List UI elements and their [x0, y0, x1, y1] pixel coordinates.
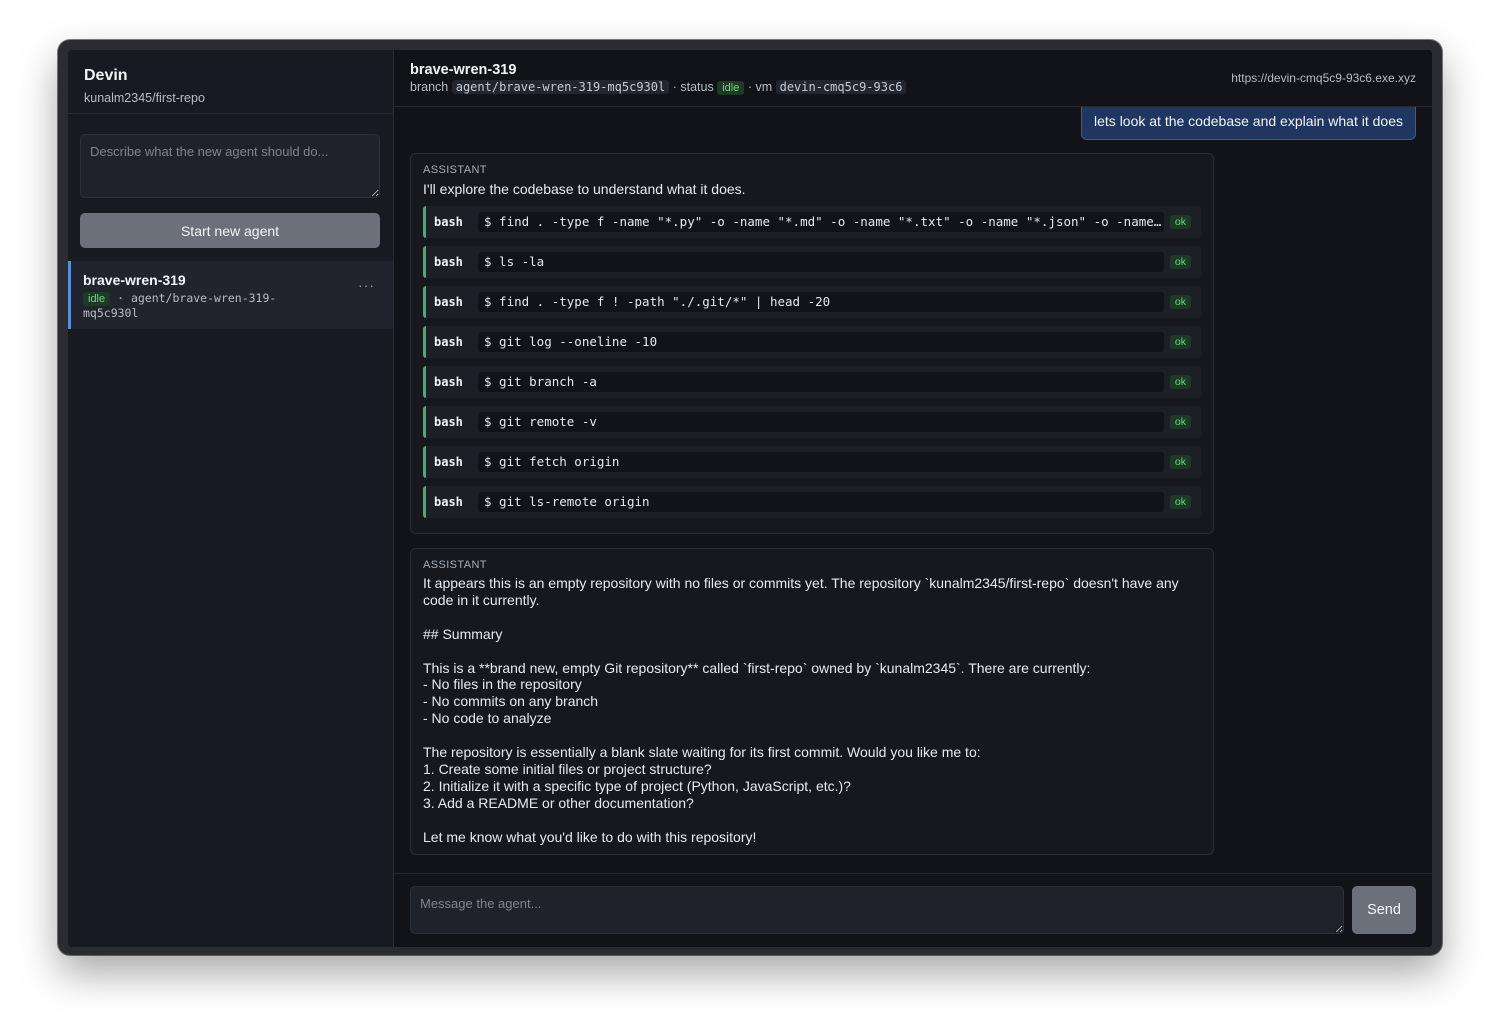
tool-call-row[interactable]: bash $ find . -type f -name "*.py" -o -n… [423, 206, 1201, 238]
tool-name: bash [434, 455, 463, 469]
status-badge: idle [717, 81, 745, 95]
tool-command: $ git ls-remote origin [478, 492, 1164, 512]
tool-command: $ git log --oneline -10 [478, 332, 1164, 352]
branch-chip: agent/brave-wren-319-mq5c930l [451, 80, 670, 94]
tool-status-badge: ok [1169, 375, 1191, 389]
tool-name: bash [434, 495, 463, 509]
agent-meta: idle · agent/brave-wren-319-mq5c930l [83, 291, 293, 321]
tool-status-badge: ok [1169, 495, 1191, 509]
tool-call-row[interactable]: bash $ git remote -v ok [423, 406, 1201, 438]
role-label: ASSISTANT [423, 559, 487, 571]
tool-command: $ git fetch origin [478, 452, 1164, 472]
tool-name: bash [434, 215, 463, 229]
tool-name: bash [434, 335, 463, 349]
tool-call-row[interactable]: bash $ ls -la ok [423, 246, 1201, 278]
tool-status-badge: ok [1169, 415, 1191, 429]
tool-call-row[interactable]: bash $ find . -type f ! -path "./.git/*"… [423, 286, 1201, 318]
sidebar: Devin kunalm2345/first-repo Start new ag… [68, 50, 394, 947]
assistant-text: I'll explore the codebase to understand … [423, 181, 746, 197]
tool-call-row[interactable]: bash $ git log --oneline -10 ok [423, 326, 1201, 358]
tool-name: bash [434, 255, 463, 269]
meta-separator: · [117, 291, 124, 305]
tool-call-row[interactable]: bash $ git ls-remote origin ok [423, 486, 1201, 518]
assistant-message: ASSISTANT It appears this is an empty re… [410, 548, 1214, 855]
tool-status-badge: ok [1169, 455, 1191, 469]
sidebar-header: Devin kunalm2345/first-repo [68, 50, 393, 114]
new-agent-task-input[interactable] [80, 134, 380, 198]
tool-status-badge: ok [1169, 255, 1191, 269]
tool-status-badge: ok [1169, 215, 1191, 229]
app-name: Devin [84, 67, 128, 84]
status-badge: idle [83, 292, 111, 306]
tool-call-row[interactable]: bash $ git fetch origin ok [423, 446, 1201, 478]
assistant-message: ASSISTANT I'll explore the codebase to u… [410, 153, 1214, 534]
agent-branch: agent/brave-wren-319-mq5c930l [83, 291, 277, 320]
more-options-icon[interactable]: ··· [358, 277, 375, 293]
vm-url-link[interactable]: https://devin-cmq5c9-93c6.exe.xyz [1231, 71, 1416, 85]
role-label: ASSISTANT [423, 164, 487, 176]
agent-name: brave-wren-319 [83, 272, 186, 288]
tool-command: $ find . -type f -name "*.py" -o -name "… [478, 212, 1164, 232]
tool-call-row[interactable]: bash $ git branch -a ok [423, 366, 1201, 398]
tool-command: $ ls -la [478, 252, 1164, 272]
tool-status-badge: ok [1169, 335, 1191, 349]
user-message: lets look at the codebase and explain wh… [1081, 107, 1416, 140]
message-composer: Send [394, 873, 1432, 947]
main-panel: brave-wren-319 branch agent/brave-wren-3… [394, 50, 1432, 947]
app-frame: Devin kunalm2345/first-repo Start new ag… [68, 50, 1432, 947]
assistant-text: It appears this is an empty repository w… [423, 575, 1179, 845]
vm-chip: devin-cmq5c9-93c6 [775, 80, 907, 94]
tool-name: bash [434, 375, 463, 389]
tool-command: $ git branch -a [478, 372, 1164, 392]
vm-label: · vm [747, 80, 773, 94]
branch-label: branch [410, 80, 449, 94]
app-window: Devin kunalm2345/first-repo Start new ag… [58, 40, 1442, 955]
tool-name: bash [434, 415, 463, 429]
tool-status-badge: ok [1169, 295, 1191, 309]
status-label: · status [672, 80, 714, 94]
send-button[interactable]: Send [1352, 886, 1416, 934]
tool-command: $ find . -type f ! -path "./.git/*" | he… [478, 292, 1164, 312]
agent-header: brave-wren-319 branch agent/brave-wren-3… [394, 50, 1432, 107]
tool-call-list: bash $ find . -type f -name "*.py" -o -n… [423, 206, 1201, 518]
tool-command: $ git remote -v [478, 412, 1164, 432]
repo-name: kunalm2345/first-repo [84, 91, 205, 105]
start-new-agent-button[interactable]: Start new agent [80, 213, 380, 248]
tool-name: bash [434, 295, 463, 309]
sidebar-item-brave-wren-319[interactable]: brave-wren-319 idle · agent/brave-wren-3… [68, 261, 393, 329]
message-input[interactable] [410, 886, 1344, 934]
